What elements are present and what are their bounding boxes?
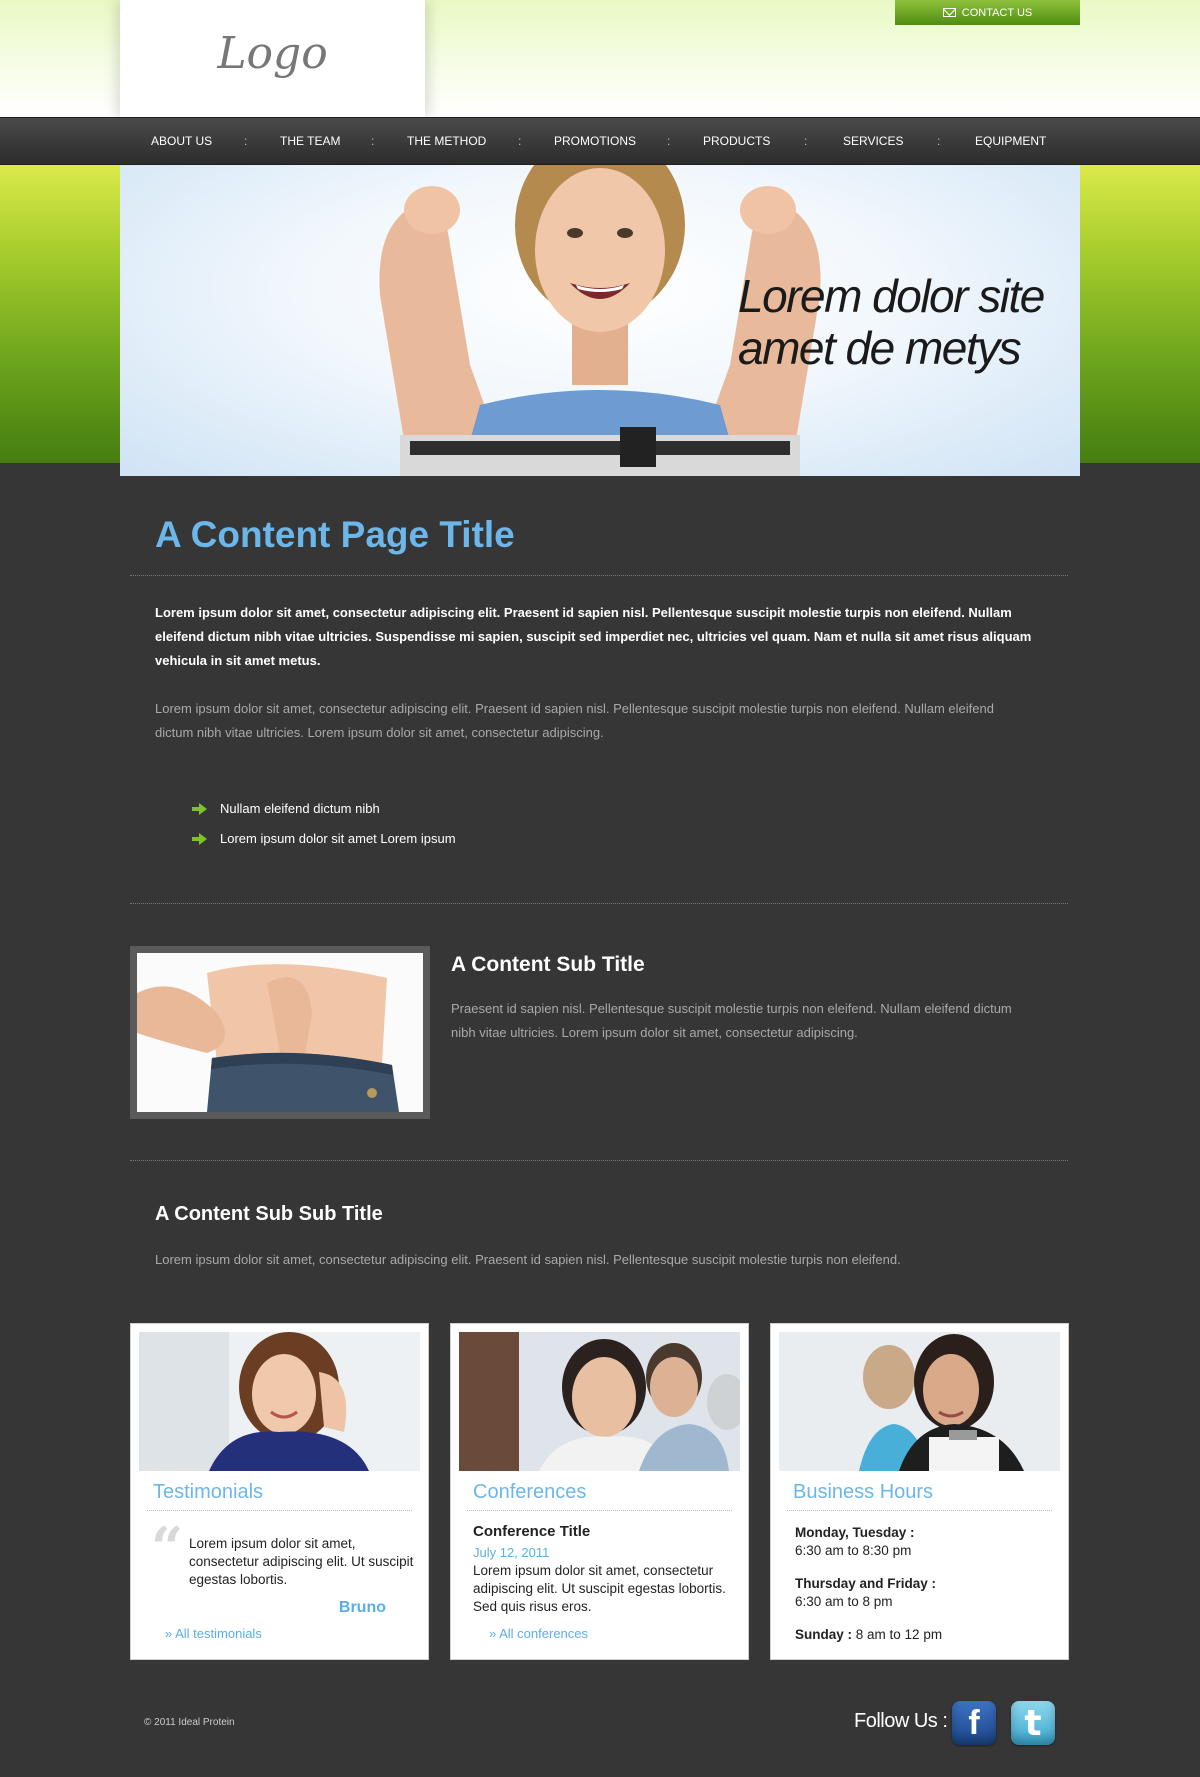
- testimonials-image: [139, 1332, 420, 1471]
- divider: [130, 903, 1068, 904]
- nav-item-products[interactable]: PRODUCTS: [703, 118, 770, 164]
- conferences-title: Conferences: [473, 1481, 587, 1503]
- nav-item-promotions[interactable]: PROMOTIONS: [554, 118, 636, 164]
- conference-text: Lorem ipsum dolor sit amet, consectetur …: [473, 1563, 726, 1614]
- nav-separator: :: [667, 134, 671, 148]
- quote-icon: “: [151, 1515, 184, 1581]
- nav-item-equipment[interactable]: EQUIPMENT: [975, 118, 1046, 164]
- waist-photo: [137, 953, 423, 1112]
- body-paragraph: Lorem ipsum dolor sit amet, consectetur …: [155, 701, 994, 740]
- page-title: A Content Page Title: [155, 514, 515, 555]
- nav-separator: :: [804, 134, 808, 148]
- hours-time: 6:30 am to 8 pm: [795, 1594, 893, 1609]
- conferences-card: Conferences Conference Title July 12, 20…: [450, 1323, 749, 1660]
- testimonial-author: Bruno: [338, 1599, 386, 1616]
- hero-banner: Lorem dolor site amet de metys: [120, 165, 1080, 476]
- nav-separator: :: [937, 134, 941, 148]
- conference-date: July 12, 2011: [473, 1545, 550, 1560]
- all-testimonials-link[interactable]: » All testimonials: [165, 1626, 262, 1641]
- business-hours-image: [779, 1332, 1060, 1471]
- nav-separator: :: [518, 134, 522, 148]
- mail-icon: [942, 8, 956, 17]
- main-nav: ABOUT US : THE TEAM : THE METHOD : PROMO…: [0, 117, 1200, 165]
- sub-sub-paragraph: Lorem ipsum dolor sit amet, consectetur …: [155, 1252, 901, 1267]
- header: Logo CONTACT US: [0, 0, 1200, 117]
- all-conferences-link[interactable]: » All conferences: [489, 1626, 588, 1641]
- hours-day: Thursday and Friday :: [795, 1576, 937, 1591]
- content-sub-sub-title: A Content Sub Sub Title: [155, 1203, 383, 1225]
- list-item-text: Nullam eleifend dictum nibh: [220, 801, 380, 816]
- hours-row-1: Monday, Tuesday : 6:30 am to 8:30 pm: [795, 1524, 915, 1560]
- card-divider: [467, 1510, 732, 1511]
- testimonials-title: Testimonials: [153, 1481, 264, 1503]
- hero-tagline: Lorem dolor site amet de metys: [738, 270, 1058, 374]
- nav-item-about-us[interactable]: ABOUT US: [151, 118, 212, 164]
- intro-paragraph: Lorem ipsum dolor sit amet, consectetur …: [155, 605, 1032, 668]
- hours-row-2: Thursday and Friday : 6:30 am to 8 pm: [795, 1575, 936, 1611]
- contact-us-button[interactable]: CONTACT US: [895, 0, 1080, 25]
- testimonials-card: Testimonials “ Lorem ipsum dolor sit ame…: [130, 1323, 429, 1660]
- list-item: Nullam eleifend dictum nibh: [192, 801, 380, 816]
- content-image: [137, 953, 423, 1112]
- sub-paragraph: Praesent id sapien nisl. Pellentesque su…: [451, 1001, 1012, 1040]
- nav-separator: :: [371, 134, 375, 148]
- card-divider: [147, 1510, 412, 1511]
- card-divider: [787, 1510, 1052, 1511]
- hours-day: Sunday :: [795, 1627, 853, 1642]
- nav-separator: :: [244, 134, 248, 148]
- hero-line-2: amet de metys: [738, 322, 1022, 374]
- hero-line-1: Lorem dolor site: [738, 270, 1045, 322]
- content-image-frame: [130, 946, 430, 1119]
- logo[interactable]: Logo: [120, 0, 425, 117]
- nav-item-services[interactable]: SERVICES: [843, 118, 903, 164]
- hours-time: 8 am to 12 pm: [855, 1627, 943, 1642]
- divider: [130, 1160, 1068, 1161]
- divider: [130, 575, 1068, 576]
- follow-us-label: Follow Us :: [854, 1710, 948, 1732]
- hours-row-3: Sunday : 8 am to 12 pm: [795, 1626, 942, 1644]
- contact-us-label: CONTACT US: [961, 6, 1033, 19]
- nav-item-the-method[interactable]: THE METHOD: [407, 118, 486, 164]
- arrow-right-icon: [192, 802, 208, 815]
- conference-title: Conference Title: [473, 1523, 591, 1540]
- testimonial-quote: Lorem ipsum dolor sit amet, consectetur …: [189, 1536, 414, 1587]
- list-item-text: Lorem ipsum dolor sit amet Lorem ipsum: [220, 831, 456, 846]
- business-hours-card: Business Hours Monday, Tuesday : 6:30 am…: [770, 1323, 1069, 1660]
- copyright: © 2011 Ideal Protein: [144, 1717, 235, 1728]
- content-sub-title: A Content Sub Title: [451, 953, 645, 976]
- hours-time: 6:30 am to 8:30 pm: [795, 1543, 912, 1558]
- facebook-icon[interactable]: f: [952, 1701, 996, 1745]
- logo-text: Logo: [217, 28, 328, 79]
- conferences-image: [459, 1332, 740, 1471]
- hours-day: Monday, Tuesday :: [795, 1525, 915, 1540]
- list-item: Lorem ipsum dolor sit amet Lorem ipsum: [192, 831, 456, 846]
- twitter-icon[interactable]: t: [1011, 1701, 1055, 1745]
- nav-item-the-team[interactable]: THE TEAM: [280, 118, 340, 164]
- business-hours-title: Business Hours: [793, 1481, 934, 1503]
- arrow-right-icon: [192, 832, 208, 845]
